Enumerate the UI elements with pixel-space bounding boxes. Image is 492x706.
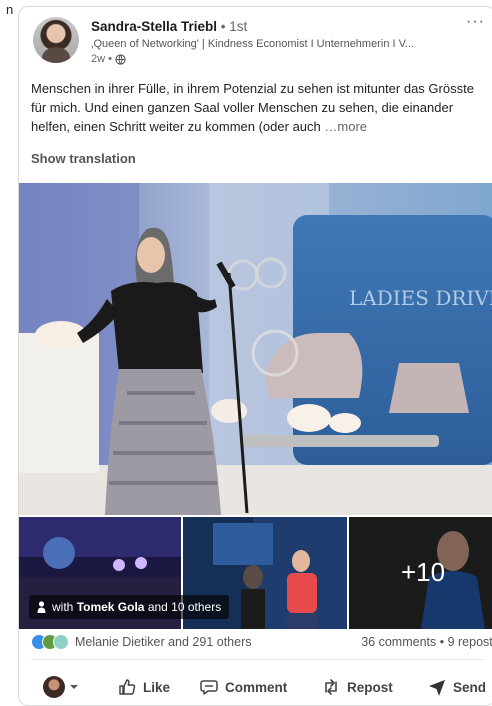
author-avatar[interactable] — [33, 17, 79, 63]
comments-reposts-count[interactable]: 36 comments • 9 reposts — [361, 635, 492, 649]
repost-label: Repost — [347, 679, 393, 695]
comment-label: Comment — [225, 679, 288, 695]
actor-selector[interactable] — [43, 671, 79, 703]
feed-post-card: Sandra-Stella Triebl • 1st ‚Queen of Net… — [18, 6, 492, 706]
repost-button[interactable]: Repost — [321, 671, 393, 703]
see-more-link[interactable]: …more — [324, 119, 367, 134]
thumbnail-3[interactable]: +10 — [349, 517, 492, 629]
social-counts: Melanie Dietiker and 291 others 36 comme… — [31, 633, 492, 653]
action-bar: Like Comment Repost Send — [19, 671, 492, 703]
author-headline: ‚Queen of Networking' | Kindness Economi… — [91, 38, 415, 50]
post-meta: 2w • — [91, 53, 126, 65]
tagged-people-chip[interactable]: with Tomek Gola and 10 others — [29, 595, 230, 619]
actor-avatar — [43, 676, 65, 698]
divider — [31, 659, 483, 660]
globe-icon — [115, 53, 126, 65]
send-button[interactable]: Send — [427, 671, 486, 703]
repost-icon — [325, 679, 337, 695]
show-translation-link[interactable]: Show translation — [31, 151, 136, 166]
backdrop-logo: LADIES DRIVE — [349, 286, 492, 310]
send-icon — [429, 680, 445, 696]
support-reaction-icon — [53, 634, 69, 650]
reactions-summary[interactable]: Melanie Dietiker and 291 others — [75, 635, 252, 649]
post-time: 2w • — [91, 53, 112, 65]
thumbs-up-icon — [119, 679, 136, 695]
like-button[interactable]: Like — [117, 671, 170, 703]
tag-text: with Tomek Gola and 10 others — [52, 600, 222, 614]
connection-degree: • 1st — [217, 19, 248, 34]
post-body: Menschen in ihrer Fülle, in ihrem Potenz… — [31, 81, 474, 134]
thumbnail-strip: +10 with Tomek Gola and 10 others — [19, 517, 492, 629]
stage-photo: LADIES DRIVE — [19, 183, 492, 515]
more-options-icon[interactable]: ··· — [466, 14, 485, 30]
comment-icon — [200, 680, 218, 695]
like-label: Like — [143, 679, 171, 695]
edge-text-fragment: n — [6, 2, 14, 17]
person-tag-icon — [37, 601, 46, 613]
main-post-image[interactable]: LADIES DRIVE — [19, 183, 492, 515]
author-name[interactable]: Sandra-Stella Triebl — [91, 19, 217, 34]
more-images-count: +10 — [400, 557, 446, 587]
post-text: Menschen in ihrer Fülle, in ihrem Potenz… — [31, 79, 491, 136]
reaction-icons[interactable] — [31, 634, 69, 650]
send-label: Send — [453, 679, 487, 695]
post-header: Sandra-Stella Triebl • 1st ‚Queen of Net… — [33, 14, 485, 77]
tagged-person-name: Tomek Gola — [76, 600, 145, 614]
caret-down-icon — [70, 685, 78, 689]
author-name-line[interactable]: Sandra-Stella Triebl • 1st — [91, 19, 247, 34]
comment-button[interactable]: Comment — [199, 671, 287, 703]
